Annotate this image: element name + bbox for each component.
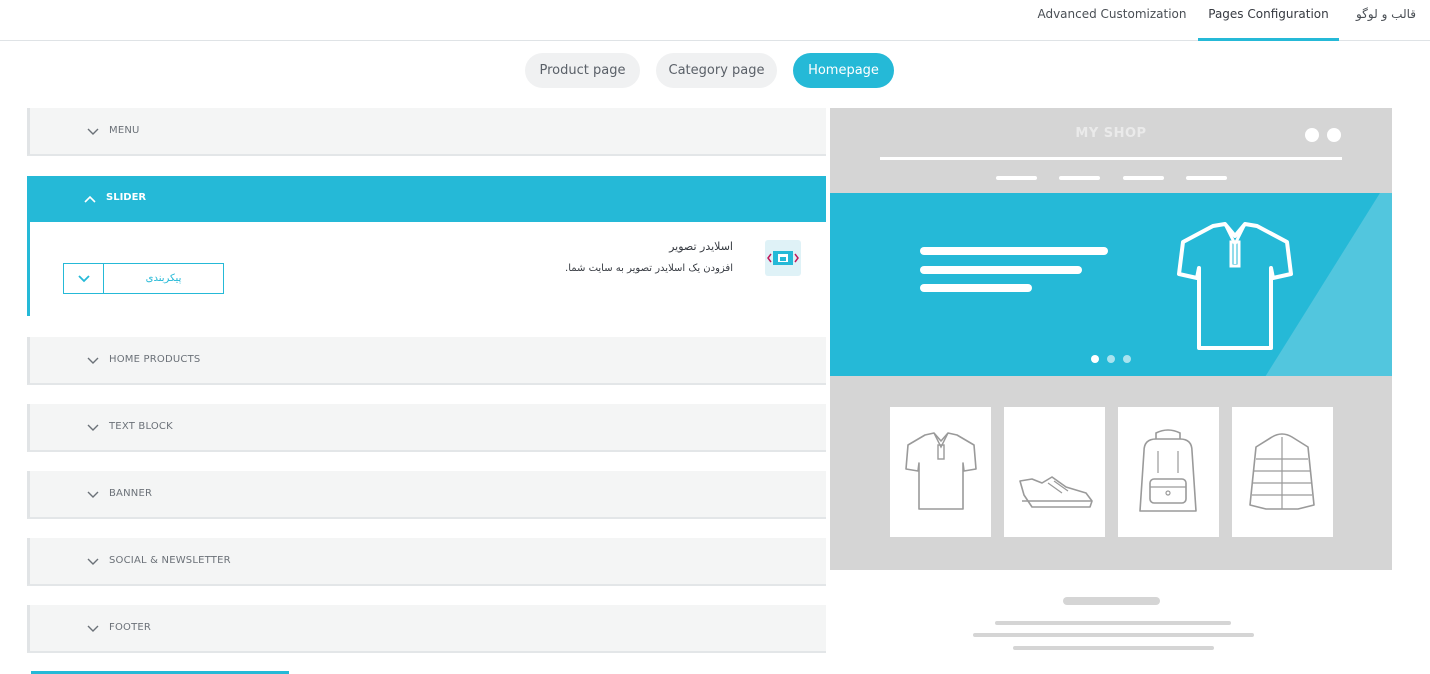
configure-button[interactable]: پیکربندی (104, 264, 223, 293)
preview-footer-line (973, 633, 1254, 637)
section-label: MENU (109, 125, 140, 136)
chevron-down-icon (87, 558, 99, 565)
preview-header-line (880, 157, 1342, 160)
polo-shirt-icon (905, 432, 977, 510)
homepage-button[interactable]: Homepage (793, 53, 894, 88)
category-page-button[interactable]: Category page (656, 53, 777, 88)
backpack-icon (1139, 429, 1197, 512)
module-description: افزودن یک اسلایدر تصویر به سایت شما. (565, 263, 733, 274)
section-label: SLIDER (106, 192, 147, 203)
product-page-button[interactable]: Product page (525, 53, 640, 88)
preview-text-line (920, 266, 1082, 274)
preview-nav-item (996, 176, 1037, 180)
chevron-down-icon (87, 128, 99, 135)
tab-theme-logo[interactable]: قالب و لوگو (1348, 0, 1424, 41)
preview-nav-item (1186, 176, 1227, 180)
preview-nav-item (1059, 176, 1100, 180)
top-tabs: Advanced Customization Pages Configurati… (0, 0, 1430, 41)
homepage-preview: MY SHOP (830, 108, 1392, 570)
section-label: SOCIAL & NEWSLETTER (109, 555, 231, 566)
chevron-down-icon (87, 357, 99, 364)
module-title: اسلایدر تصویر (669, 240, 733, 253)
preview-footer-line (995, 621, 1231, 625)
preview-product-card (1004, 407, 1105, 537)
preview-header-dot (1327, 128, 1341, 142)
tab-pages-configuration[interactable]: Pages Configuration (1198, 0, 1339, 41)
section-label: BANNER (109, 488, 153, 499)
chevron-down-icon (87, 491, 99, 498)
chevron-up-icon (84, 195, 96, 203)
section-banner[interactable]: BANNER (27, 471, 826, 519)
preview-product-card (1118, 407, 1219, 537)
section-text-block[interactable]: TEXT BLOCK (27, 404, 826, 452)
preview-text-line (920, 284, 1032, 292)
sneaker-icon (1019, 476, 1093, 508)
section-menu[interactable]: MENU (27, 108, 826, 156)
preview-text-line (920, 247, 1108, 255)
jacket-icon (1249, 433, 1315, 510)
configure-dropdown-toggle[interactable] (64, 264, 104, 293)
chevron-down-icon (87, 625, 99, 632)
section-label: TEXT BLOCK (109, 421, 173, 432)
section-label: HOME PRODUCTS (109, 354, 201, 365)
preview-product-card (1232, 407, 1333, 537)
section-home-products[interactable]: HOME PRODUCTS (27, 337, 826, 385)
section-footer[interactable]: FOOTER (27, 605, 826, 653)
preview-slider (830, 193, 1392, 376)
slider-module-panel: اسلایدر تصویر افزودن یک اسلایدر تصویر به… (27, 222, 826, 316)
preview-footer-line (1063, 597, 1160, 605)
configure-button-group: پیکربندی (63, 263, 224, 294)
preview-product-card (890, 407, 991, 537)
section-slider[interactable]: SLIDER (27, 176, 826, 222)
chevron-down-icon (87, 424, 99, 431)
image-slider-icon (765, 240, 801, 276)
section-social-newsletter[interactable]: SOCIAL & NEWSLETTER (27, 538, 826, 586)
preview-carousel-dot (1091, 355, 1099, 363)
preview-nav-item (1123, 176, 1164, 180)
preview-carousel-dot (1123, 355, 1131, 363)
section-label: FOOTER (109, 622, 152, 633)
preview-header-dot (1305, 128, 1319, 142)
tab-advanced-customization[interactable]: Advanced Customization (1033, 0, 1191, 41)
preview-carousel-dot (1107, 355, 1115, 363)
polo-shirt-icon (1177, 222, 1293, 350)
preview-footer-line (1013, 646, 1214, 650)
chevron-down-icon (78, 275, 90, 283)
